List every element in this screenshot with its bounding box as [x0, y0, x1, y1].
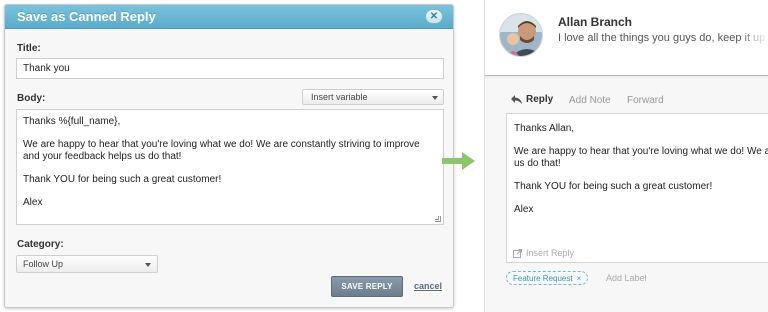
body-line: Thank YOU for being such a great custome… — [23, 174, 222, 185]
body-label: Body: — [17, 93, 46, 104]
cancel-link[interactable]: cancel — [414, 281, 442, 291]
category-select[interactable]: Follow Up — [16, 255, 158, 273]
tab-add-note[interactable]: Add Note — [569, 95, 611, 106]
reply-arrow-icon — [511, 95, 522, 104]
tab-forward[interactable]: Forward — [627, 95, 664, 106]
save-canned-reply-modal: Save as Canned Reply ✕ Title: Body: Inse… — [4, 4, 454, 308]
reply-line: Thanks Allan, — [514, 123, 575, 134]
insert-variable-select[interactable]: Insert variable — [302, 89, 444, 105]
avatar — [499, 13, 543, 57]
body-line: Thanks %{full_name}, — [23, 116, 121, 127]
add-label-link[interactable]: Add Label — [606, 273, 647, 283]
reply-editor[interactable]: Thanks Allan, We are happy to hear that … — [506, 113, 768, 263]
insert-reply-label: Insert Reply — [526, 248, 575, 258]
insert-reply-icon — [513, 248, 522, 258]
modal-title: Save as Canned Reply — [17, 9, 156, 24]
arrow-right-icon — [442, 152, 475, 170]
save-reply-button[interactable]: SAVE REPLY — [331, 276, 403, 297]
title-input[interactable] — [16, 58, 444, 79]
reply-line: Alex — [514, 204, 534, 215]
category-label: Category: — [17, 239, 64, 250]
reply-line: We are happy to hear that you're loving … — [514, 146, 768, 157]
message-snippet: I love all the things you guys do, keep … — [558, 32, 766, 44]
conversation-header: Allan Branch I love all the things you g… — [485, 0, 768, 76]
screen: Save as Canned Reply ✕ Title: Body: Inse… — [0, 0, 768, 312]
tab-reply-label: Reply — [526, 94, 554, 105]
reply-line: Thank YOU for being such a great custome… — [514, 181, 713, 192]
insert-reply-button[interactable]: Insert Reply — [513, 248, 574, 258]
body-line: We are happy to hear that you're loving … — [23, 139, 420, 162]
reply-line: us do that! — [514, 158, 561, 169]
conversation-panel: Allan Branch I love all the things you g… — [484, 0, 768, 312]
close-icon[interactable]: ✕ — [425, 9, 443, 24]
feature-request-tag[interactable]: Feature Request × — [506, 271, 589, 285]
category-value: Follow Up — [23, 259, 64, 269]
modal-header: Save as Canned Reply ✕ — [5, 5, 453, 29]
insert-variable-label: Insert variable — [311, 92, 368, 102]
tab-reply[interactable]: Reply — [511, 94, 553, 105]
body-line: Alex — [23, 197, 43, 208]
body-textarea[interactable]: Thanks %{full_name}, We are happy to hea… — [16, 109, 444, 225]
snippet-fade — [739, 30, 768, 46]
tag-label: Feature Request — [513, 273, 573, 283]
resize-handle-icon[interactable] — [435, 216, 441, 222]
caret-down-icon — [432, 96, 438, 100]
title-label: Title: — [17, 43, 41, 54]
caret-down-icon — [145, 263, 151, 267]
remove-tag-icon[interactable]: × — [577, 274, 582, 283]
sender-name: Allan Branch — [558, 15, 633, 29]
